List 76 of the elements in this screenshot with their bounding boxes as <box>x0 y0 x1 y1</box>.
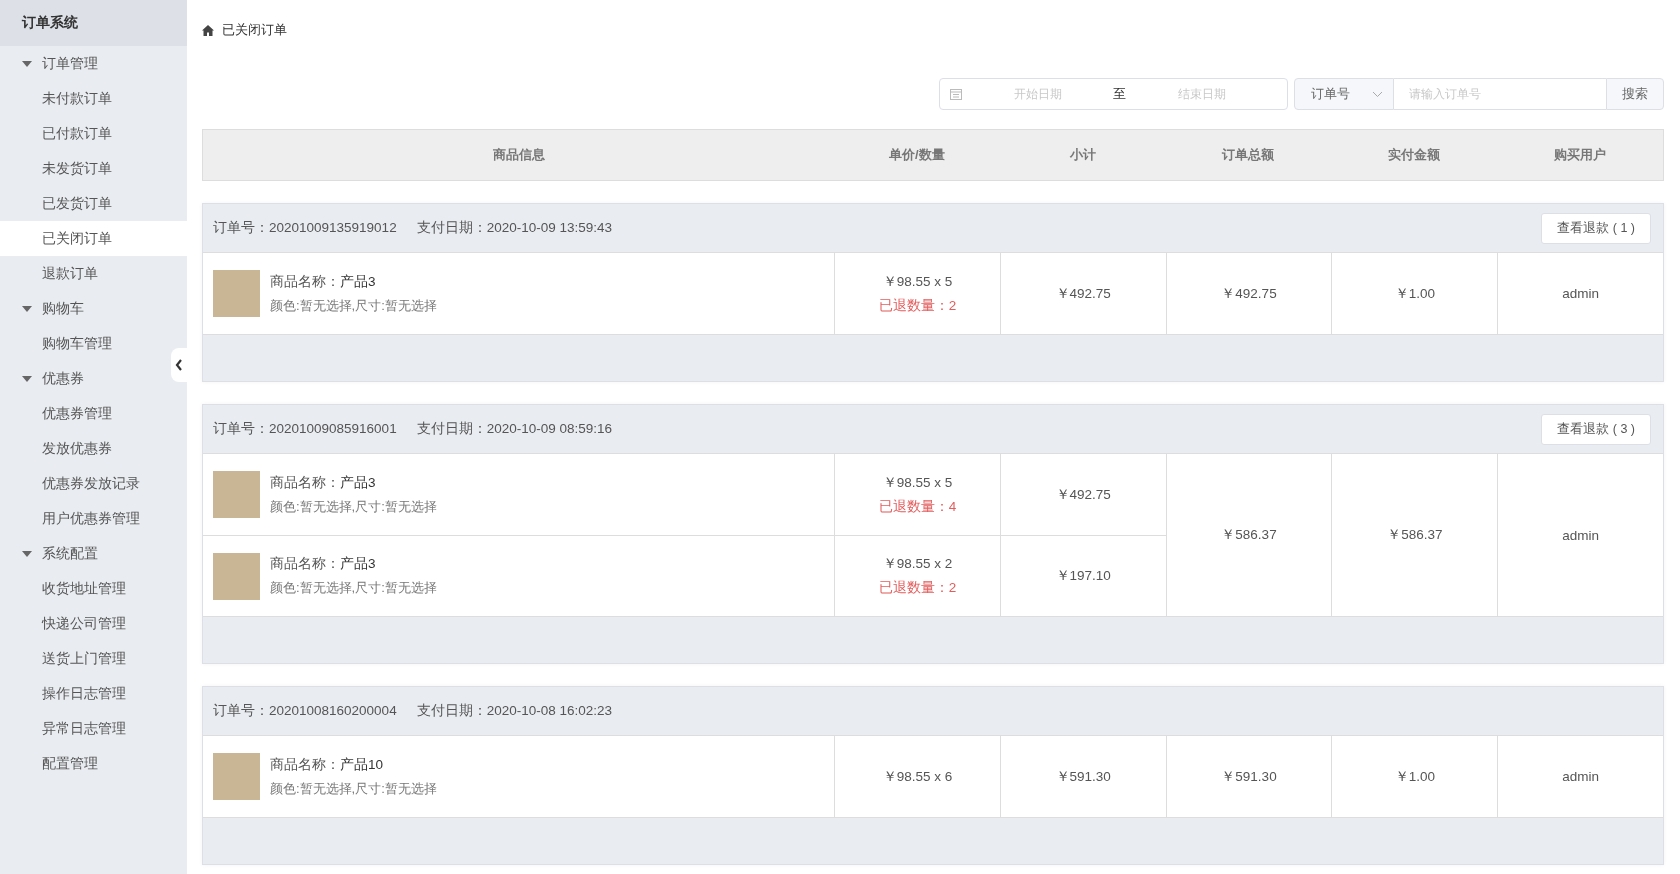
menu-item[interactable]: 已关闭订单 <box>0 221 187 256</box>
menu-item[interactable]: 已发货订单 <box>0 186 187 221</box>
product-attributes: 颜色:暂无选择,尺寸:暂无选择 <box>270 497 437 516</box>
menu-group-label[interactable]: 购物车 <box>42 299 84 318</box>
paid-amount: ￥586.37 <box>1387 526 1443 544</box>
column-header: 单价/数量 <box>888 146 946 164</box>
product-name: 商品名称：产品3 <box>270 272 377 291</box>
price-quantity: ￥98.55 x 5 <box>882 272 953 291</box>
order-total: ￥492.75 <box>1221 284 1277 303</box>
order-number: 订单号：20201008160200004 <box>213 702 397 720</box>
subtotal: ￥492.75 <box>1055 284 1111 303</box>
menu-item[interactable]: 配置管理 <box>0 746 187 781</box>
photo-placeholder <box>213 552 260 600</box>
order-total: ￥586.37 <box>1221 526 1277 544</box>
product-name: 商品名称：产品10 <box>270 755 385 774</box>
order-total: ￥591.30 <box>1221 767 1277 786</box>
buyer-user: admin <box>1562 286 1599 301</box>
menu-item[interactable]: 优惠券发放记录 <box>0 466 187 501</box>
view-refund-button[interactable]: 查看退款 ( 3 ) <box>1541 413 1651 445</box>
photo-placeholder <box>213 270 260 317</box>
menu-item[interactable]: 已付款订单 <box>0 116 187 151</box>
menu-group-label[interactable]: 系统配置 <box>42 544 98 563</box>
subtotal: ￥197.10 <box>1055 567 1111 585</box>
buyer-user: admin <box>1562 527 1599 543</box>
column-header: 订单总额 <box>1221 146 1276 164</box>
paid-amount: ￥1.00 <box>1394 767 1435 786</box>
menu-item[interactable]: 用户优惠券管理 <box>0 501 187 536</box>
menu-item[interactable]: 送货上门管理 <box>0 641 187 676</box>
menu-item[interactable]: 异常日志管理 <box>0 711 187 746</box>
column-header: 购买用户 <box>1553 146 1608 164</box>
view-refund-button[interactable]: 查看退款 ( 1 ) <box>1541 212 1651 244</box>
search-type-select[interactable]: 订单号 <box>1294 78 1394 110</box>
subtotal: ￥591.30 <box>1055 767 1111 786</box>
price-quantity: ￥98.55 x 2 <box>882 555 953 573</box>
home-icon <box>202 24 214 36</box>
order-number: 订单号：20201009135919012 <box>213 219 397 237</box>
price-quantity: ￥98.55 x 5 <box>882 473 953 492</box>
menu-item[interactable]: 未发货订单 <box>0 151 187 186</box>
collapse-toggle[interactable] <box>171 348 187 382</box>
buyer-user: admin <box>1562 769 1599 784</box>
menu-item[interactable]: 快递公司管理 <box>0 606 187 641</box>
order-number: 订单号：20201009085916001 <box>213 420 397 438</box>
refunded-quantity: 已退数量：4 <box>878 497 957 516</box>
search-button[interactable]: 搜索 <box>1606 78 1664 110</box>
refunded-quantity: 已退数量：2 <box>878 579 957 597</box>
menu-item[interactable]: 操作日志管理 <box>0 676 187 711</box>
menu-group-label[interactable]: 优惠券 <box>42 369 84 388</box>
menu-item[interactable]: 优惠券管理 <box>0 396 187 431</box>
product-attributes: 颜色:暂无选择,尺寸:暂无选择 <box>270 579 437 597</box>
menu-item[interactable]: 退款订单 <box>0 256 187 291</box>
product-attributes: 颜色:暂无选择,尺寸:暂无选择 <box>270 779 437 798</box>
product-name: 商品名称：产品3 <box>270 555 377 573</box>
pay-date: 支付日期：2020-10-09 08:59:16 <box>416 420 612 438</box>
breadcrumb: 已关闭订单 <box>222 21 287 39</box>
menu-item[interactable]: 购物车管理 <box>0 326 187 361</box>
refunded-quantity: 已退数量：2 <box>878 296 957 315</box>
price-quantity: ￥98.55 x 6 <box>882 767 953 786</box>
pay-date: 支付日期：2020-10-08 16:02:23 <box>416 702 612 720</box>
calendar-icon <box>950 88 962 100</box>
menu-item[interactable]: 发放优惠券 <box>0 431 187 466</box>
paid-amount: ￥1.00 <box>1394 284 1435 303</box>
column-header: 实付金额 <box>1387 146 1442 164</box>
column-header: 商品信息 <box>491 146 546 164</box>
sidebar-title: 订单系统 <box>0 0 187 46</box>
product-name: 商品名称：产品3 <box>270 473 377 492</box>
menu-group-label[interactable]: 订单管理 <box>42 54 98 73</box>
chevron-down-icon <box>1372 90 1383 98</box>
chevron-left-icon <box>175 359 183 371</box>
photo-placeholder <box>213 471 260 518</box>
column-header: 小计 <box>1068 146 1097 164</box>
product-attributes: 颜色:暂无选择,尺寸:暂无选择 <box>270 296 437 315</box>
pay-date: 支付日期：2020-10-09 13:59:43 <box>416 219 612 237</box>
menu-item[interactable]: 收货地址管理 <box>0 571 187 606</box>
photo-placeholder <box>213 753 260 800</box>
menu-item[interactable]: 未付款订单 <box>0 81 187 116</box>
subtotal: ￥492.75 <box>1055 485 1111 504</box>
